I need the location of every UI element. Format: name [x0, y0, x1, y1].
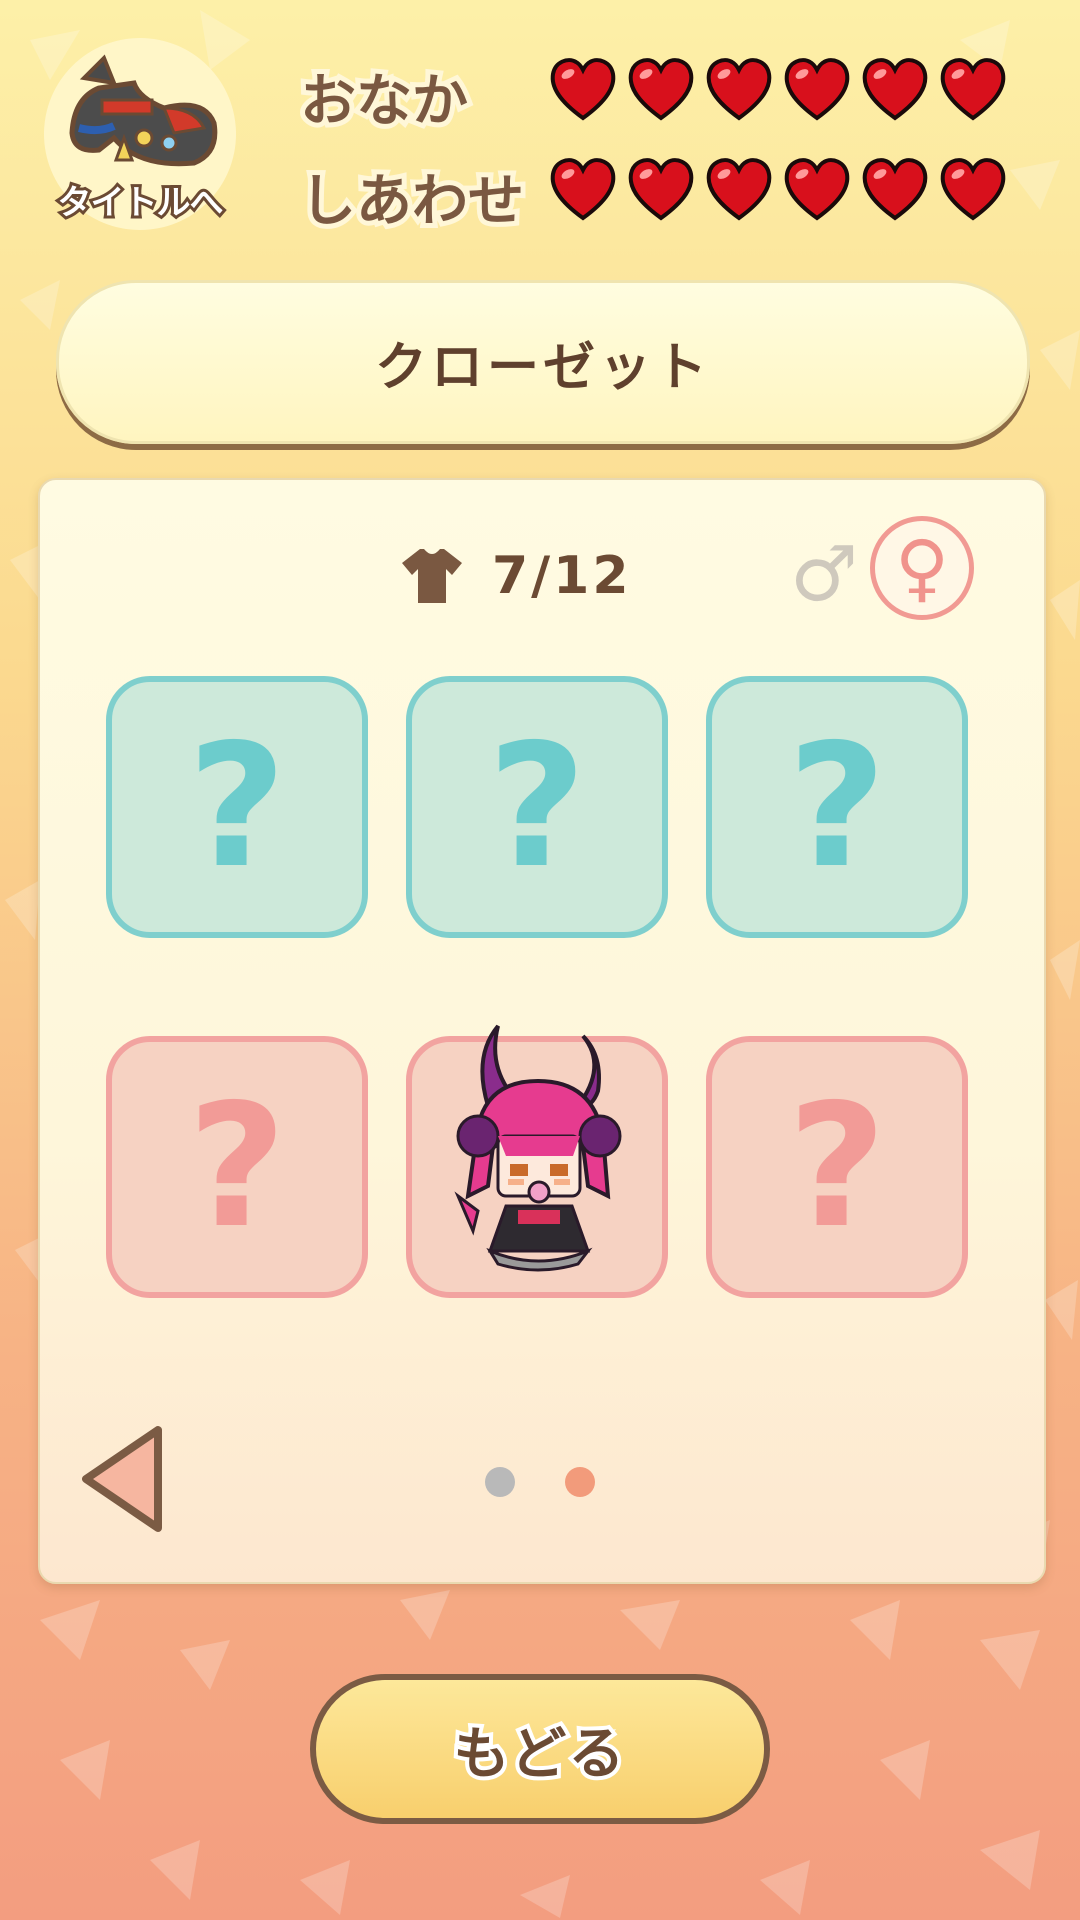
closet-slot[interactable]: ?: [706, 1036, 968, 1298]
closet-slot[interactable]: ?: [106, 676, 368, 938]
unknown-mark: ?: [187, 708, 287, 906]
hunger-label: おなか: [295, 64, 473, 139]
heart-icon: [782, 56, 852, 122]
unknown-mark: ?: [487, 708, 587, 906]
closet-slot[interactable]: ?: [706, 676, 968, 938]
page-dot-1[interactable]: [485, 1467, 515, 1497]
closet-slot[interactable]: ?: [106, 1036, 368, 1298]
happiness-label: しあわせ: [295, 164, 529, 239]
outfit-count: 7/12: [492, 546, 632, 606]
page-dot-2-active[interactable]: [565, 1467, 595, 1497]
closet-title: クローゼット: [374, 337, 711, 398]
shirt-icon: [402, 549, 462, 603]
back-button[interactable]: もどる: [310, 1674, 770, 1824]
heart-icon: [548, 156, 618, 222]
heart-icon: [548, 56, 618, 122]
hunger-hearts: [548, 56, 1008, 122]
closet-slot[interactable]: ?: [406, 676, 668, 938]
outfit-counter: 7/12: [400, 546, 632, 606]
unknown-mark: ?: [187, 1068, 287, 1266]
happiness-hearts: [548, 156, 1008, 222]
heart-icon: [704, 56, 774, 122]
closet-header: クローゼット: [56, 280, 1030, 444]
heart-icon: [938, 156, 1008, 222]
demon-girl-character-icon: [454, 1024, 622, 1272]
title-button[interactable]: タイトルへ: [44, 38, 236, 230]
unknown-mark: ?: [787, 708, 887, 906]
heart-icon: [860, 156, 930, 222]
heart-icon: [704, 156, 774, 222]
heart-icon: [782, 156, 852, 222]
unknown-mark: ?: [787, 1068, 887, 1266]
male-gender-button[interactable]: ♂: [790, 536, 858, 612]
title-button-label: タイトルへ: [55, 180, 227, 226]
heart-icon: [626, 156, 696, 222]
heart-icon: [860, 56, 930, 122]
heart-icon: [938, 56, 1008, 122]
female-gender-button[interactable]: ♀: [870, 516, 974, 620]
heart-icon: [626, 56, 696, 122]
previous-page-arrow-icon[interactable]: [78, 1424, 168, 1534]
closet-slot-unlocked[interactable]: [406, 1024, 668, 1298]
back-button-label: もどる: [450, 1718, 629, 1791]
